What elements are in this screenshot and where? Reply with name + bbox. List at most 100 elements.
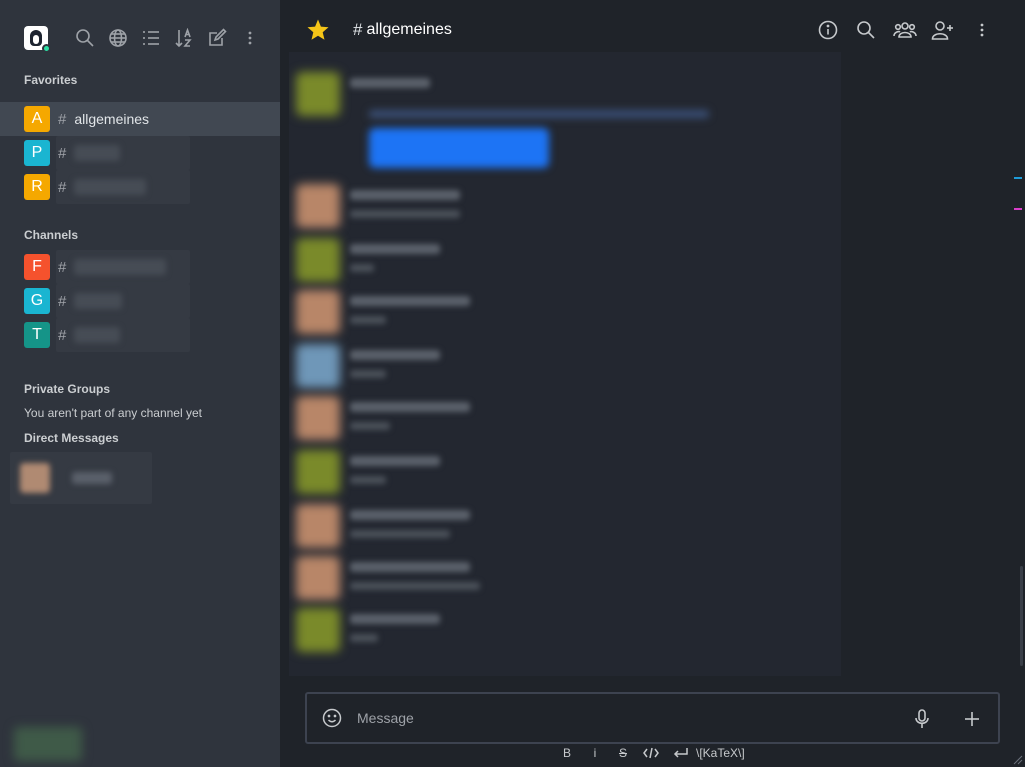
blurred-text [350,562,470,572]
blurred-text [350,402,470,412]
blurred-text [350,264,374,272]
blurred-text [350,190,460,200]
blurred-text [350,582,480,590]
room-header: # allgemeines [280,0,1025,60]
blurred-text [350,530,450,538]
message-item [296,396,836,442]
globe-icon [108,29,127,47]
room-name: allgemeines [74,111,150,127]
direct-message-item[interactable] [0,452,280,504]
view-mode-button[interactable] [134,26,167,50]
sidebar-item-channel-g[interactable]: G # [0,284,280,318]
search-icon [75,29,94,47]
blurred-text [350,350,440,360]
unread-mention-marker[interactable] [1014,177,1022,179]
strikethrough-button[interactable]: S [616,744,630,762]
channels-title: Channels [24,228,79,242]
blurred-text [350,210,460,218]
search-icon [857,21,875,39]
blurred-text [350,370,386,378]
app-window: Favorites A # allgemeines P # R # Channe… [0,0,1025,767]
message-item [296,608,836,654]
kebab-icon [980,23,984,37]
room-avatar: G [24,288,50,314]
blurred-text [350,614,440,624]
sidebar-menu-button[interactable] [233,26,266,50]
sidebar-item-favorite-r[interactable]: R # [0,170,280,204]
blurred-room-name [74,327,121,343]
formatting-toolbar: B i S \[KaTeX\] [560,744,745,762]
message-composer [305,692,1000,744]
resize-grip-icon[interactable] [1013,755,1023,765]
blurred-text [350,476,386,484]
sidebar-item-channel-t[interactable]: T # [0,318,280,352]
avatar [296,450,340,494]
members-button[interactable] [886,16,925,44]
room-toolbar [809,16,1002,44]
room-menu-button[interactable] [963,16,1002,44]
message-item [296,450,836,496]
avatar [296,556,340,600]
hash-icon: # [58,110,67,128]
room-avatar: A [24,106,50,132]
avatar [296,396,340,440]
blurred-text [350,78,430,88]
info-icon [818,20,838,40]
blurred-username [72,472,112,484]
blurred-text [350,634,378,642]
blurred-room-name [74,259,167,275]
create-new-button[interactable] [200,26,233,50]
search-messages-button[interactable] [847,16,886,44]
sort-button[interactable] [167,26,200,50]
room-info-button[interactable] [809,16,848,44]
blurred-room-name [74,145,121,161]
search-button[interactable] [68,26,101,50]
katex-button[interactable]: \[KaTeX\] [696,744,745,762]
smiley-icon [322,708,342,728]
blurred-action-button [369,128,549,168]
bold-button[interactable]: B [560,744,574,762]
direct-messages-title: Direct Messages [24,431,119,445]
sidebar-item-channel-f[interactable]: F # [0,250,280,284]
room-title: allgemeines [366,21,452,38]
add-user-button[interactable] [924,16,963,44]
microphone-icon [915,709,929,728]
private-groups-title: Private Groups [24,382,111,396]
sort-az-icon [174,28,192,48]
message-item [296,556,836,602]
list-icon [142,31,159,45]
favorites-title: Favorites [24,73,78,87]
room-avatar: T [24,322,50,348]
blurred-text [350,456,440,466]
emoji-button[interactable] [321,707,343,729]
edit-icon [208,28,227,46]
code-button[interactable] [642,744,660,762]
code-icon [643,747,659,759]
message-list[interactable] [289,52,841,676]
multiline-code-button[interactable] [672,744,690,762]
enter-icon [673,748,688,758]
online-status-indicator [42,44,51,53]
user-avatar[interactable] [24,26,51,53]
blurred-text [350,510,470,520]
directory-button[interactable] [101,26,134,50]
blurred-text [350,244,440,254]
message-item [296,184,836,230]
add-attachment-button[interactable] [962,708,982,730]
members-icon [892,22,917,38]
unread-mention-marker[interactable] [1014,208,1022,210]
message-item [296,290,836,336]
avatar [296,608,340,652]
scrollbar[interactable] [1020,566,1023,666]
sidebar-item-favorite-p[interactable]: P # [0,136,280,170]
avatar [296,290,340,334]
blurred-room-name [74,293,123,309]
room-avatar: F [24,254,50,280]
sidebar-item-allgemeines[interactable]: A # allgemeines [0,102,280,136]
record-audio-button[interactable] [912,708,932,730]
favorite-toggle[interactable] [306,18,330,42]
message-item [296,344,836,390]
message-input[interactable] [357,710,897,726]
italic-button[interactable]: i [588,744,602,762]
add-user-icon [931,21,954,40]
